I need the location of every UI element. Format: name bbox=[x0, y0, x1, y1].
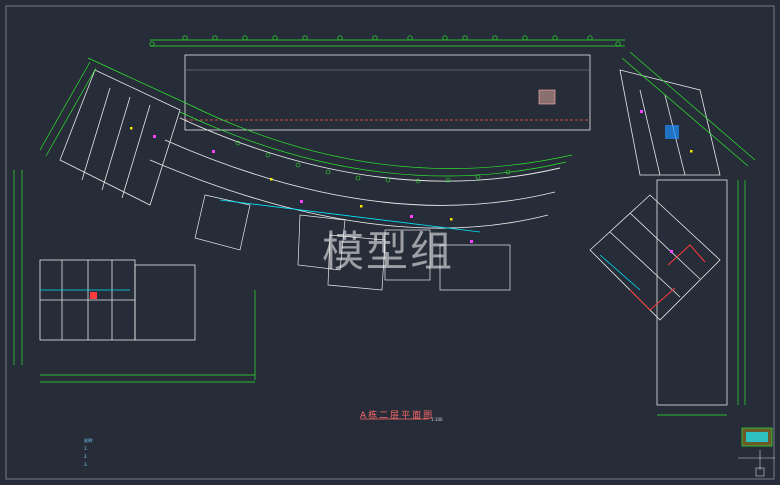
central-unit-blocks bbox=[194, 194, 511, 291]
left-lower-block bbox=[39, 259, 196, 341]
left-diagonal-wing bbox=[59, 69, 181, 206]
cyan-accents bbox=[40, 199, 641, 291]
right-lower-red-walls bbox=[629, 244, 706, 311]
right-dimension-chain bbox=[657, 180, 746, 416]
notes-line-1: 说明： bbox=[84, 438, 96, 443]
right-upper-wing bbox=[619, 69, 721, 176]
upper-roof-outline bbox=[184, 54, 591, 131]
drawing-title: A栋二层平面图 bbox=[360, 411, 435, 421]
right-lower-wing bbox=[589, 179, 728, 406]
drawing-scale: 1:100 bbox=[431, 417, 443, 422]
central-dimension-arcs bbox=[179, 104, 573, 177]
notes-line-3: 2. bbox=[84, 454, 88, 459]
magenta-accents bbox=[153, 110, 673, 253]
left-lower-red-column bbox=[90, 292, 97, 299]
left-dimension-chain bbox=[13, 170, 256, 383]
stair-core-blue bbox=[665, 125, 679, 139]
top-dimension-chain bbox=[150, 39, 625, 47]
yellow-accents bbox=[130, 127, 693, 221]
roof-hatch-block bbox=[538, 89, 556, 105]
notes-line-2: 1. bbox=[84, 446, 88, 451]
legend-thumbnail bbox=[741, 427, 773, 447]
notes-line-4: 3. bbox=[84, 462, 88, 467]
top-grid-bubbles bbox=[149, 35, 621, 47]
north-marker bbox=[738, 450, 775, 477]
right-upper-dimension bbox=[621, 51, 756, 167]
curve-grid-bubbles bbox=[235, 140, 511, 184]
general-notes: 说明： 1. 2. 3. bbox=[84, 437, 96, 469]
